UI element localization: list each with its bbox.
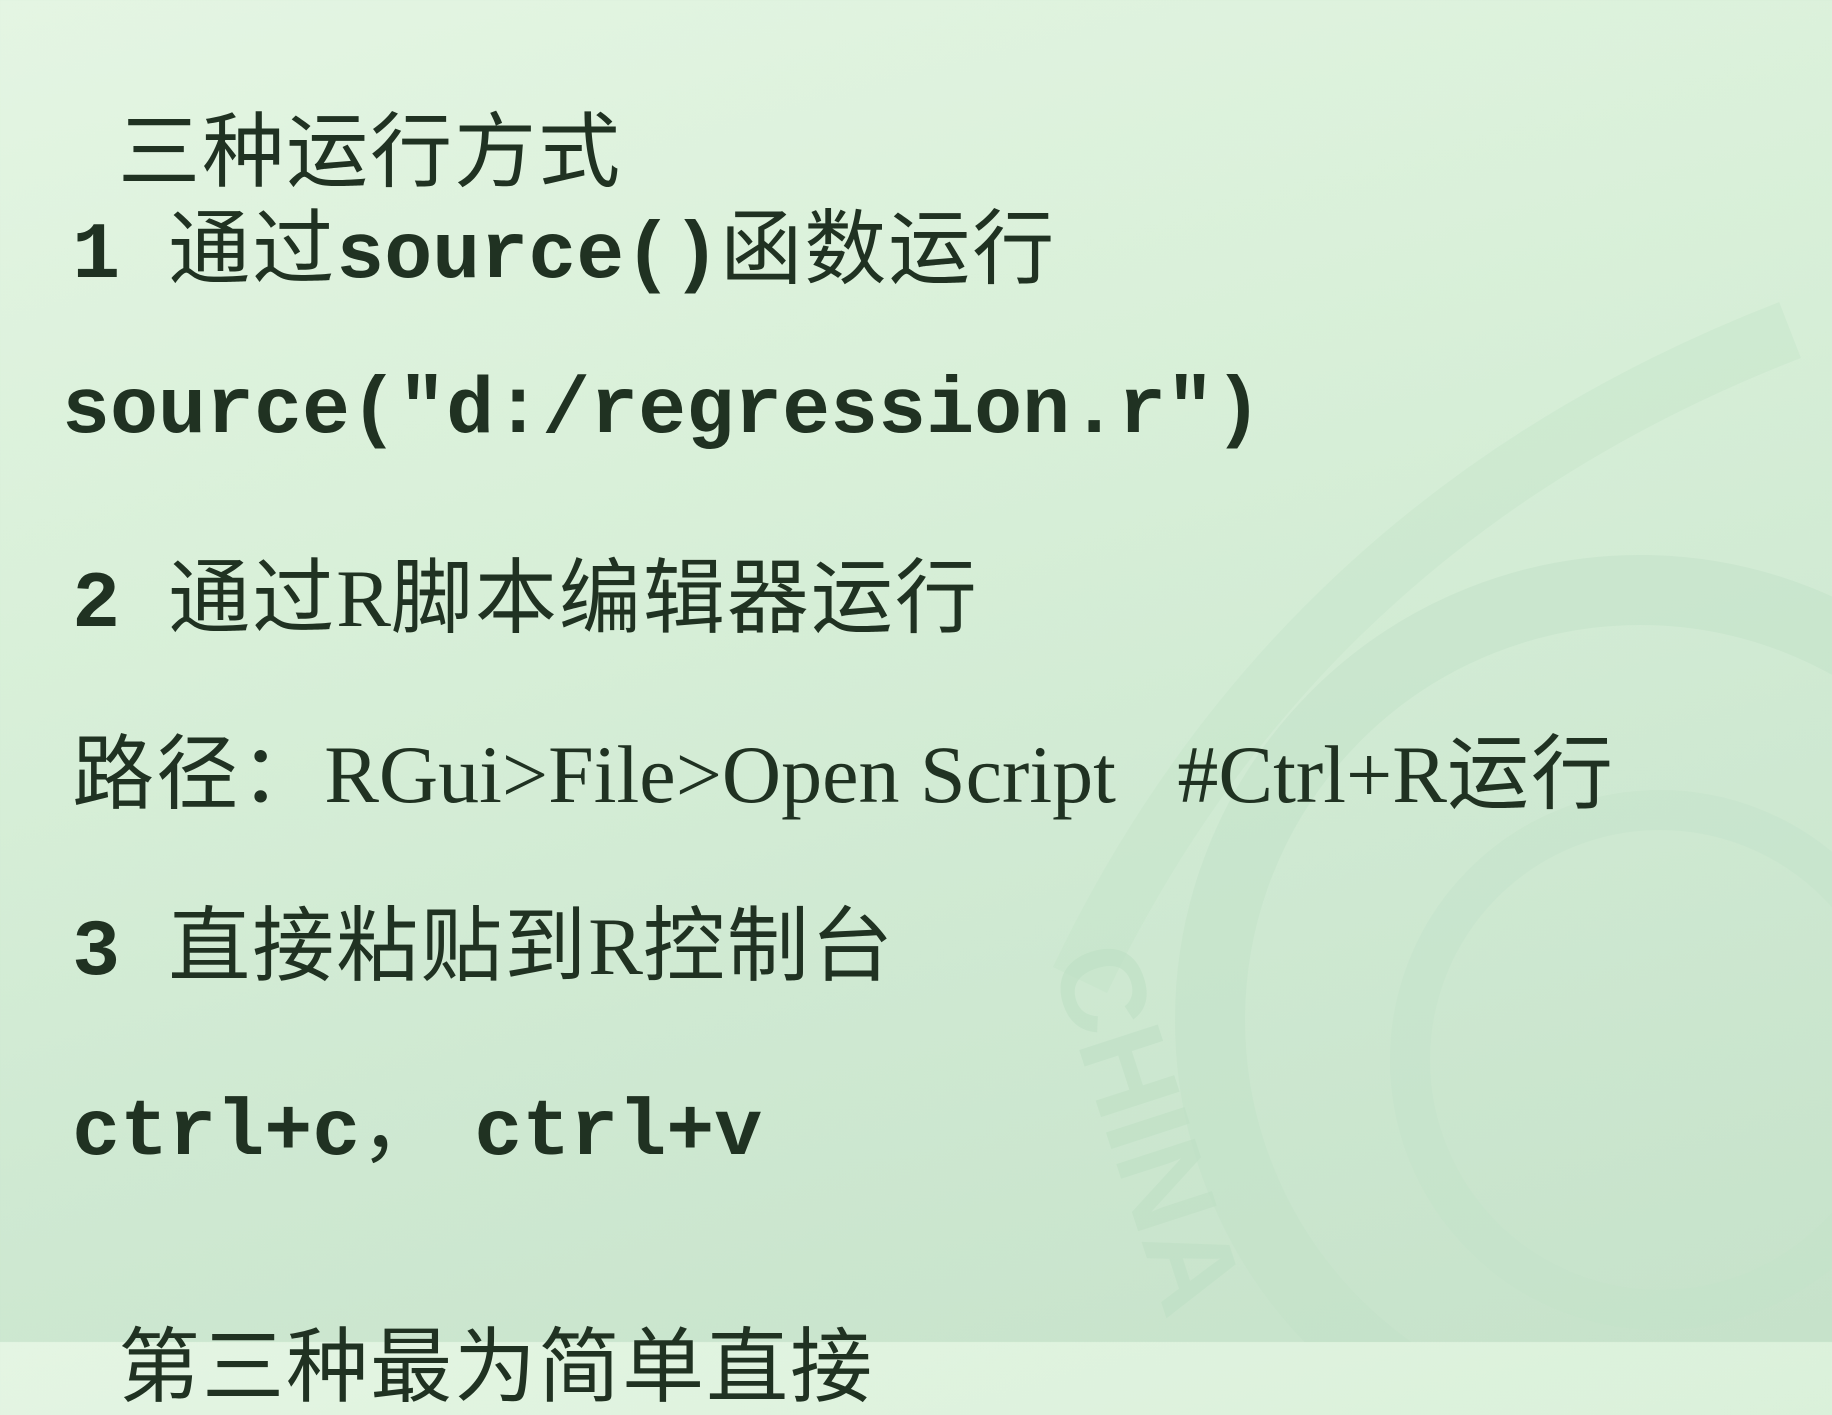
- method-1: 1 通过source()函数运行: [62, 193, 1056, 297]
- method-2-r: R: [336, 553, 391, 644]
- menu-path-suffix: 运行: [1446, 727, 1615, 822]
- title-text: 三种运行方式: [118, 105, 623, 200]
- menu-path-label: 路径：: [72, 727, 325, 822]
- method-1-post: 函数运行: [720, 202, 1057, 297]
- menu-path-value: RGui>File>Open Script #Ctrl+R: [324, 729, 1447, 820]
- watermark-inner-ring: [1390, 790, 1832, 1330]
- conclusion-text: 第三种最为简单直接: [118, 1320, 875, 1415]
- method-3-r: R: [588, 901, 643, 992]
- method-3-number: 3: [72, 908, 121, 999]
- method-1-pre: 通过: [168, 202, 337, 297]
- paste-shortcut: ctrl+v: [474, 1088, 763, 1179]
- method-2-post: 脚本编辑器运行: [390, 551, 979, 646]
- method-2: 2 通过R脚本编辑器运行: [62, 542, 979, 646]
- slide-title: 三种运行方式: [62, 30, 622, 194]
- method-3: 3 直接粘贴到R控制台: [62, 890, 895, 994]
- copy-shortcut: ctrl+c: [72, 1088, 361, 1179]
- menu-path: 路径：RGui>File>Open Script #Ctrl+R运行: [62, 718, 1615, 816]
- keyboard-shortcuts: ctrl+c， ctrl+v: [62, 1070, 762, 1174]
- method-3-pre: 直接粘贴到: [168, 899, 589, 994]
- method-2-number: 2: [72, 560, 121, 651]
- source-command: source("d:/regression.r"): [62, 366, 1263, 457]
- watermark-text: CHINA: [1025, 927, 1270, 1330]
- watermark-outer-ring: [1175, 555, 1832, 1342]
- method-3-post: 控制台: [642, 899, 895, 994]
- method-1-number: 1: [72, 211, 121, 302]
- conclusion: 第三种最为简单直接: [62, 1245, 874, 1409]
- method-2-pre: 通过: [168, 551, 337, 646]
- shortcut-separator: ，: [360, 1079, 445, 1174]
- method-1-code: source(): [336, 211, 721, 302]
